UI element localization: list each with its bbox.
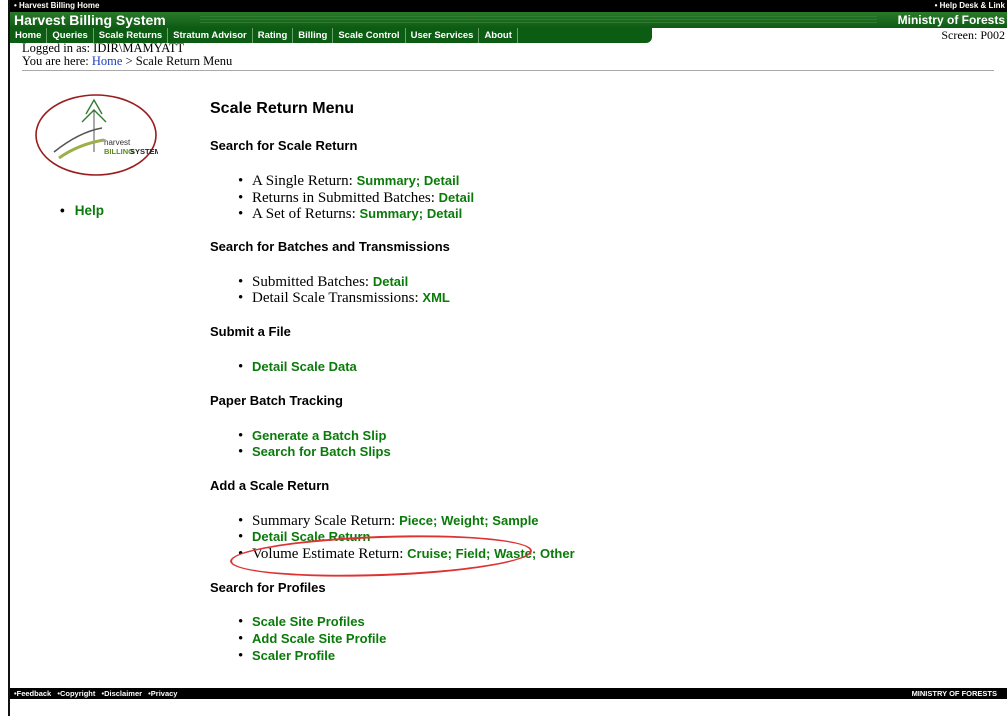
bullet-icon: • (238, 173, 244, 189)
search-batch-slips-link[interactable]: Search for Batch Slips (252, 444, 391, 459)
sample-link[interactable]: Sample (492, 513, 538, 528)
footer: •Feedback •Copyright •Disclaimer •Privac… (10, 688, 1007, 699)
list-item-single-return: • A Single Return: Summary; Detail (238, 173, 460, 189)
divider (22, 70, 994, 71)
window-border (0, 0, 10, 716)
harvest-billing-logo: harvest BILLING SYSTEM (34, 92, 161, 178)
top-bar: • Harvest Billing Home • Help Desk & Lin… (10, 0, 1007, 12)
transmissions-xml-link[interactable]: XML (422, 290, 449, 305)
bullet-icon: • (238, 444, 244, 460)
privacy-link[interactable]: •Privacy (148, 689, 177, 698)
ministry-title: Ministry of Forests (897, 13, 1005, 27)
section-search-batches: Search for Batches and Transmissions (210, 239, 450, 254)
logo-text-harvest: harvest (104, 138, 131, 147)
list-item-set-of-returns: • A Set of Returns: Summary; Detail (238, 206, 463, 222)
footer-ministry: MINISTRY OF FORESTS (911, 689, 997, 698)
page: • Harvest Billing Home • Help Desk & Lin… (10, 0, 1007, 716)
title-bar: Harvest Billing System Ministry of Fores… (10, 12, 1007, 28)
set-detail-link[interactable]: Detail (427, 206, 462, 221)
generate-batch-slip-link[interactable]: Generate a Batch Slip (252, 428, 386, 443)
set-summary-link[interactable]: Summary; (360, 206, 424, 221)
list-item-add-site: • Add Scale Site Profile (238, 630, 386, 648)
breadcrumb: You are here: Home > Scale Return Menu (22, 55, 232, 68)
bullet-icon: • (238, 648, 244, 664)
copyright-link[interactable]: •Copyright (57, 689, 95, 698)
bullet-icon: • (238, 631, 244, 647)
section-paper-batch: Paper Batch Tracking (210, 393, 343, 408)
footer-links: •Feedback •Copyright •Disclaimer •Privac… (14, 688, 181, 699)
app-title: Harvest Billing System (14, 12, 166, 28)
menu-scale-control[interactable]: Scale Control (333, 28, 406, 43)
feedback-link[interactable]: •Feedback (14, 689, 51, 698)
section-search-return: Search for Scale Return (210, 138, 358, 153)
logo-graphic: harvest BILLING SYSTEM (35, 94, 161, 176)
section-submit-file: Submit a File (210, 324, 291, 339)
title-decoration (200, 16, 877, 24)
bullet-icon: • (238, 529, 244, 545)
list-item-detail-scale-data: • Detail Scale Data (238, 358, 357, 376)
add-scale-site-profile-link[interactable]: Add Scale Site Profile (252, 631, 386, 646)
section-add-return: Add a Scale Return (210, 478, 330, 493)
list-item-site-profiles: • Scale Site Profiles (238, 613, 365, 631)
harvest-billing-home-link[interactable]: • Harvest Billing Home (14, 0, 100, 12)
bullet-icon: • (238, 359, 244, 375)
breadcrumb-prefix: You are here: (22, 54, 89, 68)
submitted-returns-detail-link[interactable]: Detail (439, 190, 474, 205)
bullet-icon: • (238, 290, 244, 306)
single-detail-link[interactable]: Detail (424, 173, 459, 188)
scaler-profile-link[interactable]: Scaler Profile (252, 648, 335, 663)
help-link[interactable]: Help (75, 203, 104, 218)
weight-link[interactable]: Weight; (441, 513, 488, 528)
page-title: Scale Return Menu (210, 100, 355, 117)
help-desk-link[interactable]: • Help Desk & Link (935, 0, 1005, 12)
menu-billing[interactable]: Billing (293, 28, 334, 43)
bullet-icon: • (238, 614, 244, 630)
list-item-scaler-profile: • Scaler Profile (238, 647, 335, 665)
list-item-transmissions: • Detail Scale Transmissions: XML (238, 290, 450, 306)
other-link[interactable]: Other (540, 546, 575, 561)
list-item-search-slips: • Search for Batch Slips (238, 443, 391, 461)
menu-about[interactable]: About (479, 28, 518, 43)
section-search-profiles: Search for Profiles (210, 580, 326, 595)
piece-link[interactable]: Piece; (399, 513, 437, 528)
menu-user-services[interactable]: User Services (406, 28, 480, 43)
scale-site-profiles-link[interactable]: Scale Site Profiles (252, 614, 365, 629)
batches-detail-link[interactable]: Detail (373, 274, 408, 289)
screen-id: Screen: P002 (941, 28, 1005, 42)
menu-rating[interactable]: Rating (253, 28, 294, 43)
disclaimer-link[interactable]: •Disclaimer (101, 689, 142, 698)
sidebar-help-item[interactable]: • Help (60, 203, 104, 218)
single-summary-link[interactable]: Summary; (357, 173, 421, 188)
detail-scale-data-link[interactable]: Detail Scale Data (252, 359, 357, 374)
bullet-icon: • (60, 203, 65, 218)
bullet-icon: • (238, 206, 244, 222)
logo-text-system: SYSTEM (130, 147, 158, 156)
breadcrumb-home-link[interactable]: Home (92, 54, 123, 68)
breadcrumb-current: > Scale Return Menu (125, 54, 233, 68)
